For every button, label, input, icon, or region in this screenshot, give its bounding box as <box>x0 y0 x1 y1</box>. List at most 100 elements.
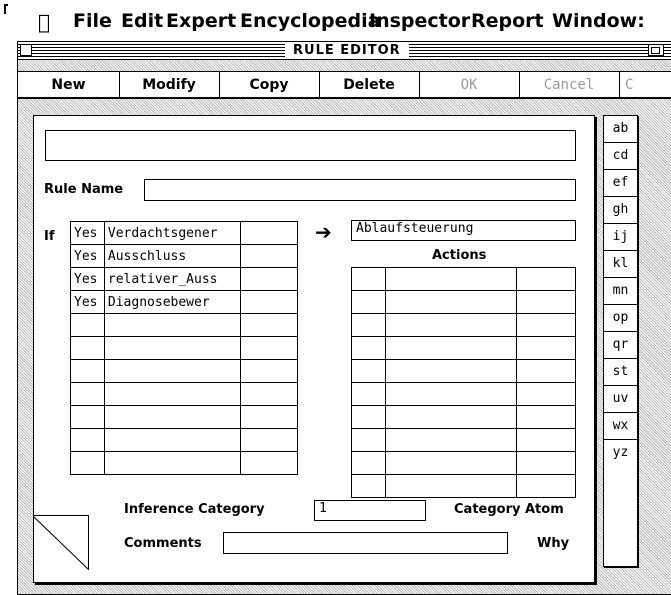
modify-button[interactable]: Modify <box>119 72 220 98</box>
condition-row[interactable]: Yes Diagnosebewer <box>70 290 299 314</box>
delete-button[interactable]: Delete <box>319 72 420 98</box>
apple-menu-icon[interactable]:  <box>38 10 50 34</box>
action-cell[interactable] <box>516 359 576 383</box>
alphabet-index-item-st[interactable]: st <box>604 359 637 386</box>
action-cell[interactable] <box>384 405 518 429</box>
condition-row[interactable] <box>70 428 299 452</box>
alphabet-index-item-op[interactable]: op <box>604 305 637 332</box>
page-fold-icon[interactable] <box>33 515 89 570</box>
zoom-box-icon[interactable] <box>648 44 664 56</box>
rule-text-field[interactable] <box>45 130 576 161</box>
condition-status-cell[interactable] <box>70 428 105 452</box>
condition-row[interactable] <box>70 313 299 337</box>
action-cell[interactable] <box>384 290 518 314</box>
alphabet-index-item-cd[interactable]: cd <box>604 143 637 170</box>
alphabet-index-item-mn[interactable]: mn <box>604 278 637 305</box>
action-cell[interactable] <box>351 428 386 452</box>
condition-extra-cell[interactable] <box>239 313 299 337</box>
menu-windows[interactable]: Window: <box>552 10 645 32</box>
action-cell[interactable] <box>516 290 576 314</box>
action-row[interactable] <box>351 405 576 429</box>
action-cell[interactable] <box>351 451 386 475</box>
condition-name-cell[interactable]: Diagnosebewer <box>103 290 241 314</box>
condition-name-cell[interactable] <box>103 451 241 475</box>
action-cell[interactable] <box>384 428 518 452</box>
overflow-button[interactable]: C <box>619 72 671 98</box>
condition-name-cell[interactable] <box>103 336 241 360</box>
alphabet-index-item-qr[interactable]: qr <box>604 332 637 359</box>
copy-button[interactable]: Copy <box>219 72 320 98</box>
condition-row[interactable] <box>70 359 299 383</box>
condition-row[interactable]: Yes Ausschluss <box>70 244 299 268</box>
alphabet-index-item-yz[interactable]: yz <box>604 440 637 466</box>
menu-encyclopedia[interactable]: Encyclopedia <box>240 10 380 32</box>
condition-status-cell[interactable]: Yes <box>70 267 105 291</box>
condition-name-cell[interactable] <box>103 313 241 337</box>
menu-report[interactable]: Report <box>471 10 544 32</box>
condition-extra-cell[interactable] <box>239 359 299 383</box>
rule-name-input[interactable] <box>144 179 576 201</box>
alphabet-index-item-uv[interactable]: uv <box>604 386 637 413</box>
condition-status-cell[interactable] <box>70 382 105 406</box>
condition-name-cell[interactable]: Ausschluss <box>103 244 241 268</box>
ok-button[interactable]: OK <box>419 72 520 98</box>
action-cell[interactable] <box>384 313 518 337</box>
new-button[interactable]: New <box>18 72 120 98</box>
action-cell[interactable] <box>516 313 576 337</box>
condition-extra-cell[interactable] <box>239 405 299 429</box>
condition-extra-cell[interactable] <box>239 451 299 475</box>
action-row[interactable] <box>351 267 576 291</box>
action-cell[interactable] <box>351 359 386 383</box>
condition-extra-cell[interactable] <box>239 290 299 314</box>
menu-expert[interactable]: Expert <box>166 10 236 32</box>
action-cell[interactable] <box>351 474 386 498</box>
comments-input[interactable] <box>223 532 508 554</box>
action-cell[interactable] <box>351 313 386 337</box>
action-cell[interactable] <box>351 267 386 291</box>
condition-row[interactable] <box>70 451 299 475</box>
alphabet-index-item-kl[interactable]: kl <box>604 251 637 278</box>
condition-status-cell[interactable] <box>70 313 105 337</box>
action-cell[interactable] <box>351 405 386 429</box>
action-row[interactable] <box>351 290 576 314</box>
condition-status-cell[interactable] <box>70 405 105 429</box>
action-cell[interactable] <box>384 474 518 498</box>
inference-category-input[interactable]: 1 <box>314 500 426 521</box>
action-cell[interactable] <box>516 336 576 360</box>
action-cell[interactable] <box>516 451 576 475</box>
action-cell[interactable] <box>384 267 518 291</box>
action-cell[interactable] <box>351 336 386 360</box>
action-cell[interactable] <box>384 382 518 406</box>
condition-name-cell[interactable] <box>103 359 241 383</box>
condition-extra-cell[interactable] <box>239 244 299 268</box>
condition-name-cell[interactable]: relativer_Auss <box>103 267 241 291</box>
action-cell[interactable] <box>516 267 576 291</box>
condition-extra-cell[interactable] <box>239 221 299 245</box>
action-row[interactable] <box>351 336 576 360</box>
condition-status-cell[interactable]: Yes <box>70 290 105 314</box>
condition-row[interactable]: Yes relativer_Auss <box>70 267 299 291</box>
menu-edit[interactable]: Edit <box>121 10 163 32</box>
alphabet-index-item-ef[interactable]: ef <box>604 170 637 197</box>
condition-status-cell[interactable] <box>70 359 105 383</box>
alphabet-index-item-ab[interactable]: ab <box>604 116 637 143</box>
condition-row[interactable] <box>70 336 299 360</box>
condition-name-cell[interactable]: Verdachtsgener <box>103 221 241 245</box>
close-box-icon[interactable] <box>20 44 32 56</box>
action-cell[interactable] <box>516 382 576 406</box>
action-row[interactable] <box>351 451 576 475</box>
condition-name-cell[interactable] <box>103 405 241 429</box>
condition-name-cell[interactable] <box>103 382 241 406</box>
action-row[interactable] <box>351 382 576 406</box>
menu-file[interactable]: File <box>73 10 112 32</box>
condition-name-cell[interactable] <box>103 428 241 452</box>
action-cell[interactable] <box>351 290 386 314</box>
action-cell[interactable] <box>384 451 518 475</box>
alphabet-index-item-gh[interactable]: gh <box>604 197 637 224</box>
condition-row[interactable]: Yes Verdachtsgener <box>70 221 299 245</box>
condition-row[interactable] <box>70 382 299 406</box>
action-row[interactable] <box>351 313 576 337</box>
alphabet-index-item-wx[interactable]: wx <box>604 413 637 440</box>
action-row[interactable] <box>351 474 576 498</box>
condition-extra-cell[interactable] <box>239 267 299 291</box>
